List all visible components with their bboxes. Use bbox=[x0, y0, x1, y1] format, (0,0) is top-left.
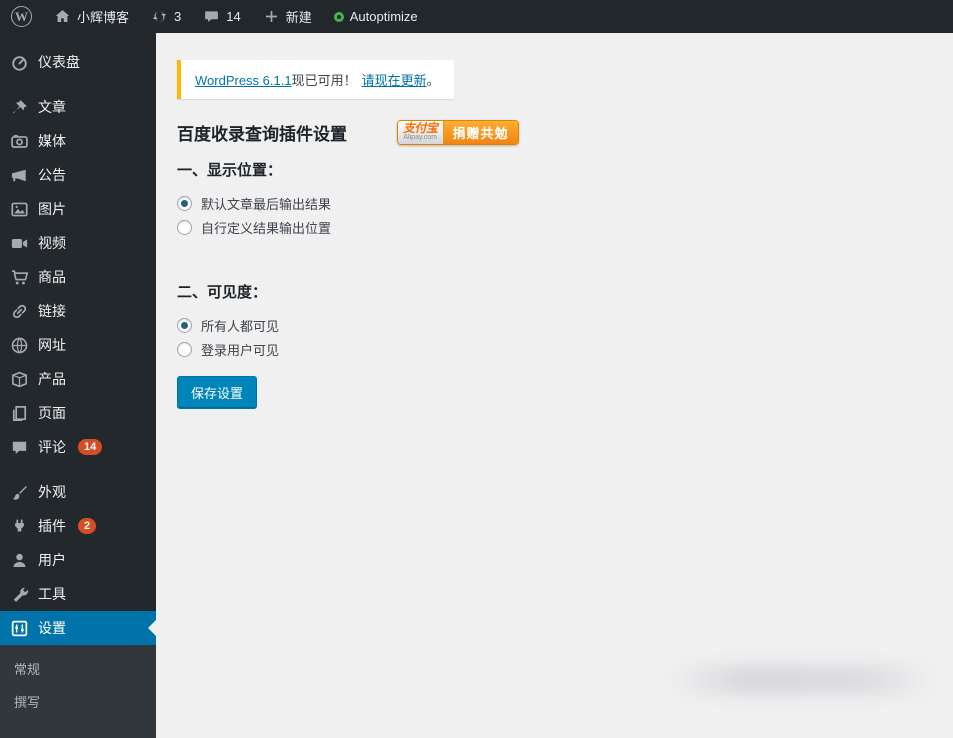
pushpin-icon bbox=[9, 98, 29, 117]
page-title: 百度收录查询插件设置 bbox=[177, 124, 347, 144]
sidebar-item-settings[interactable]: 设置 bbox=[0, 611, 156, 645]
settings-sliders-icon bbox=[9, 619, 29, 638]
paintbrush-icon bbox=[9, 483, 29, 502]
updates-menu[interactable]: 3 bbox=[140, 0, 192, 33]
alipay-logo: 支付宝 Alipay.com bbox=[398, 120, 443, 144]
comments-count: 14 bbox=[226, 9, 241, 24]
sidebar-item-users[interactable]: 用户 bbox=[0, 543, 156, 577]
sidebar-item-announcements[interactable]: 公告 bbox=[0, 158, 156, 192]
radio-unselected-icon[interactable] bbox=[177, 342, 192, 357]
notice-text: 现已可用！ bbox=[291, 73, 357, 88]
comments-menu[interactable]: 14 bbox=[192, 0, 251, 33]
donate-label: 捐赠共勉 bbox=[442, 120, 518, 144]
submenu-item-writing[interactable]: 撰写 bbox=[0, 685, 156, 718]
section-visibility-heading: 二、可见度： bbox=[177, 284, 268, 301]
alipay-domain-text: Alipay.com bbox=[403, 134, 438, 141]
menu-separator bbox=[0, 79, 156, 90]
update-notice: WordPress 6.1.1现已可用！ 请现在更新。 bbox=[177, 60, 454, 99]
autoptimize-icon bbox=[333, 11, 344, 22]
submenu-item-general[interactable]: 常规 bbox=[0, 652, 156, 685]
plug-icon bbox=[9, 517, 29, 536]
megaphone-icon bbox=[9, 166, 29, 185]
image-icon bbox=[9, 200, 29, 219]
sidebar-item-media[interactable]: 媒体 bbox=[0, 124, 156, 158]
admin-bar: 小辉博客 3 14 新建 Autoptimize bbox=[0, 0, 953, 33]
notice-period: 。 bbox=[426, 73, 440, 88]
settings-submenu: 常规 撰写 bbox=[0, 645, 156, 738]
home-icon bbox=[55, 10, 70, 23]
update-now-link[interactable]: 请现在更新 bbox=[362, 73, 427, 88]
site-name: 小辉博客 bbox=[77, 10, 130, 25]
chain-link-icon bbox=[9, 302, 29, 321]
sidebar-item-plugins[interactable]: 插件 2 bbox=[0, 509, 156, 543]
package-icon bbox=[9, 370, 29, 389]
radio-option-visible-all[interactable]: 所有人都可见 bbox=[177, 316, 279, 335]
updates-icon bbox=[152, 11, 167, 22]
radio-option-default-output[interactable]: 默认文章最后输出结果 bbox=[177, 194, 331, 213]
sidebar-item-posts[interactable]: 文章 bbox=[0, 90, 156, 124]
sidebar-item-comments[interactable]: 评论 14 bbox=[0, 430, 156, 464]
camera-icon bbox=[9, 132, 29, 151]
updates-count: 3 bbox=[174, 9, 182, 24]
sidebar-item-videos[interactable]: 视频 bbox=[0, 226, 156, 260]
sidebar-item-pages[interactable]: 页面 bbox=[0, 396, 156, 430]
blurred-watermark bbox=[670, 665, 935, 695]
alipay-logo-text: 支付宝 bbox=[403, 121, 438, 135]
globe-icon bbox=[9, 336, 29, 355]
wordpress-logo-menu[interactable] bbox=[0, 0, 43, 33]
radio-selected-icon[interactable] bbox=[177, 196, 192, 211]
radio-option-custom-output[interactable]: 自行定义结果输出位置 bbox=[177, 218, 331, 237]
title-row: 百度收录查询插件设置 支付宝 Alipay.com 捐赠共勉 bbox=[177, 119, 953, 145]
sidebar-item-products[interactable]: 产品 bbox=[0, 362, 156, 396]
sidebar-item-urls[interactable]: 网址 bbox=[0, 328, 156, 362]
radio-unselected-icon[interactable] bbox=[177, 220, 192, 235]
comment-bubble-icon bbox=[9, 438, 29, 457]
sidebar-item-tools[interactable]: 工具 bbox=[0, 577, 156, 611]
comments-icon bbox=[205, 11, 219, 23]
radio-option-visible-logged-in[interactable]: 登录用户可见 bbox=[177, 340, 279, 359]
main-content: WordPress 6.1.1现已可用！ 请现在更新。 百度收录查询插件设置 支付… bbox=[156, 33, 953, 701]
pages-icon bbox=[9, 404, 29, 423]
sidebar-item-appearance[interactable]: 外观 bbox=[0, 475, 156, 509]
dashboard-icon bbox=[9, 53, 29, 72]
new-content-label: 新建 bbox=[285, 10, 312, 25]
alipay-donate-button[interactable]: 支付宝 Alipay.com 捐赠共勉 bbox=[397, 119, 519, 145]
admin-sidebar: 仪表盘 文章 媒体 公告 图片 视频 商品 链接 网址 产品 页面 评论 14 … bbox=[0, 33, 156, 738]
cart-icon bbox=[9, 268, 29, 287]
autoptimize-label: Autoptimize bbox=[349, 9, 418, 24]
plugins-count-badge: 2 bbox=[78, 518, 97, 534]
section-display-heading: 一、显示位置： bbox=[177, 162, 283, 179]
user-icon bbox=[9, 551, 29, 570]
plus-icon bbox=[265, 10, 277, 23]
sidebar-item-images[interactable]: 图片 bbox=[0, 192, 156, 226]
menu-separator bbox=[0, 464, 156, 475]
video-camera-icon bbox=[9, 234, 29, 253]
wordpress-version-link[interactable]: WordPress 6.1.1 bbox=[195, 73, 292, 88]
save-settings-button[interactable]: 保存设置 bbox=[177, 376, 258, 409]
sidebar-item-goods[interactable]: 商品 bbox=[0, 260, 156, 294]
autoptimize-menu[interactable]: Autoptimize bbox=[323, 0, 429, 33]
wordpress-logo-icon bbox=[11, 6, 32, 27]
radio-selected-icon[interactable] bbox=[177, 318, 192, 333]
sidebar-item-dashboard[interactable]: 仪表盘 bbox=[0, 45, 156, 79]
new-content-menu[interactable]: 新建 bbox=[252, 0, 323, 33]
active-menu-arrow bbox=[148, 620, 156, 636]
wrench-icon bbox=[9, 585, 29, 604]
comments-count-badge: 14 bbox=[78, 439, 103, 455]
sidebar-item-links[interactable]: 链接 bbox=[0, 294, 156, 328]
site-menu[interactable]: 小辉博客 bbox=[43, 0, 140, 33]
